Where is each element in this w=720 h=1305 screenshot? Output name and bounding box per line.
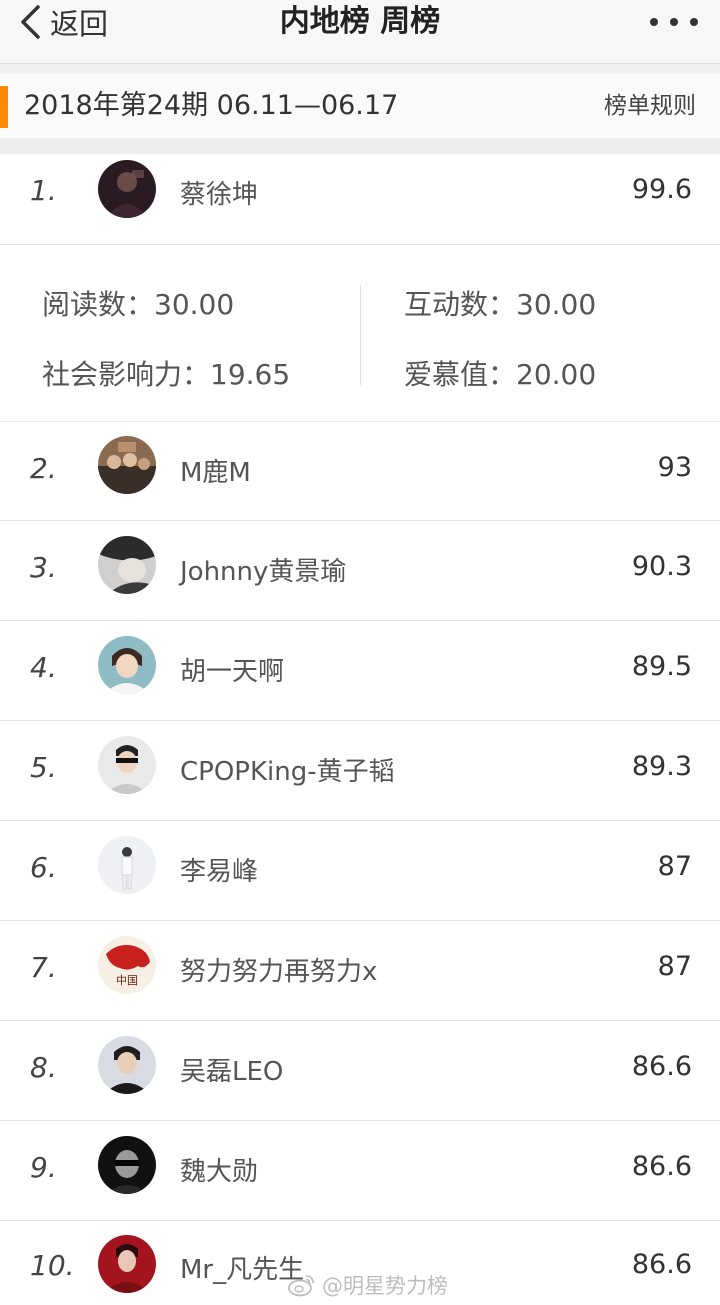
ranking-row-8[interactable]: 8. 吴磊LEO 86.6 (0, 1021, 720, 1121)
user-name[interactable]: Johnny黄景瑜 (180, 551, 346, 588)
avatar (98, 1235, 156, 1293)
score: 93 (657, 452, 692, 483)
score: 87 (657, 851, 692, 882)
rank-number: 4. (30, 651, 57, 684)
avatar (98, 1136, 156, 1194)
score: 86.6 (631, 1051, 692, 1082)
score: 86.6 (631, 1151, 692, 1182)
period-label: 2018年第24期 06.11—06.17 (24, 90, 399, 121)
user-name[interactable]: 吴磊LEO (180, 1051, 283, 1088)
ranking-row-4[interactable]: 4. 胡一天啊 89.5 (0, 621, 720, 721)
period-accent-bar (0, 86, 8, 128)
page-title: 内地榜 周榜 (279, 4, 441, 39)
rank-number: 7. (30, 951, 57, 984)
score: 99.6 (631, 174, 692, 205)
user-name[interactable]: 蔡徐坤 (180, 174, 258, 211)
score: 89.3 (631, 751, 692, 782)
ranking-row-6[interactable]: 6. 李易峰 87 (0, 821, 720, 921)
avatar (98, 636, 156, 694)
period-header: 2018年第24期 06.11—06.17 榜单规则 (0, 74, 720, 138)
rank-number: 10. (30, 1249, 75, 1282)
ranking-row-1[interactable]: 1. 蔡徐坤 99.6 (0, 154, 720, 244)
ranking-row-5[interactable]: 5. CPOPKing-黄子韬 89.3 (0, 721, 720, 821)
section-gap (0, 138, 720, 154)
avatar (98, 1036, 156, 1094)
score: 86.6 (631, 1249, 692, 1280)
avatar (98, 836, 156, 894)
rank-number: 5. (30, 751, 57, 784)
avatar (98, 436, 156, 494)
rules-link[interactable]: 榜单规则 (604, 74, 696, 138)
stat-love-value: 爱慕值：20.00 (404, 358, 597, 391)
stats-divider (360, 285, 361, 385)
rank-number: 9. (30, 1151, 57, 1184)
user-name[interactable]: 胡一天啊 (180, 651, 284, 688)
user-name[interactable]: 魏大勋 (180, 1151, 258, 1188)
rank-number: 1. (30, 174, 57, 207)
score: 90.3 (631, 551, 692, 582)
svg-text:中国: 中国 (116, 974, 138, 987)
avatar: 中国 (98, 936, 156, 994)
stat-social-influence: 社会影响力：19.65 (42, 358, 291, 391)
rank-number: 2. (30, 452, 57, 485)
section-gap (0, 64, 720, 74)
watermark-text: @明星势力榜 (322, 1274, 448, 1298)
stat-reads: 阅读数：30.00 (42, 288, 235, 321)
ranking-row-7[interactable]: 7. 中国 努力努力再努力x 87 (0, 921, 720, 1021)
weibo-logo (288, 1275, 314, 1297)
watermark: @明星势力榜 (288, 1270, 448, 1300)
stat-interactions: 互动数：30.00 (404, 288, 597, 321)
rank-number: 3. (30, 551, 57, 584)
ranking-row-3[interactable]: 3. Johnny黄景瑜 90.3 (0, 521, 720, 621)
rank-number: 8. (30, 1051, 57, 1084)
user-name[interactable]: CPOPKing-黄子韬 (180, 751, 395, 788)
navigation-bar: 返回 内地榜 周榜 (0, 0, 720, 64)
ranking-row-2[interactable]: 2. M鹿M 93 (0, 422, 720, 521)
score: 87 (657, 951, 692, 982)
avatar (98, 536, 156, 594)
avatar (98, 160, 156, 218)
score: 89.5 (631, 651, 692, 682)
user-name[interactable]: Mr_凡先生 (180, 1249, 304, 1286)
avatar (98, 736, 156, 794)
user-name[interactable]: 努力努力再努力x (180, 951, 377, 988)
user-name[interactable]: M鹿M (180, 452, 251, 489)
stats-panel: 阅读数：30.00 互动数：30.00 社会影响力：19.65 爱慕值：20.0… (0, 244, 720, 422)
more-dots-icon[interactable] (650, 6, 698, 38)
ranking-row-9[interactable]: 9. 魏大勋 86.6 (0, 1121, 720, 1221)
rank-number: 6. (30, 851, 57, 884)
user-name[interactable]: 李易峰 (180, 851, 258, 888)
